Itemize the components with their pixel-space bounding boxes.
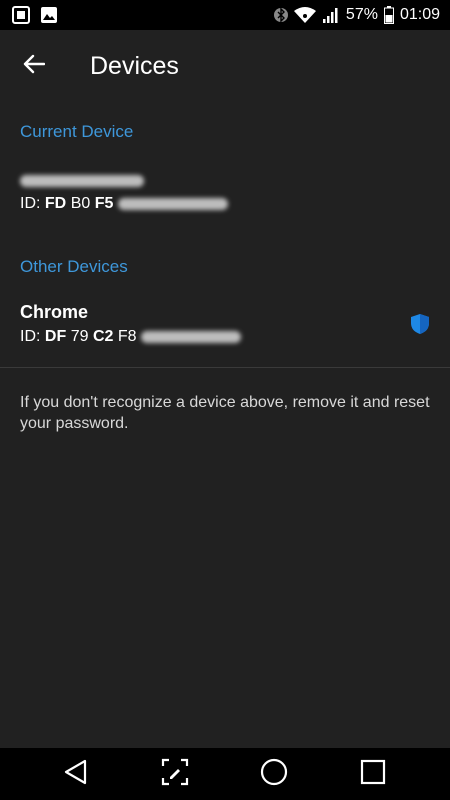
back-triangle-icon xyxy=(63,759,89,790)
app-bar: Devices xyxy=(0,30,450,102)
id-part: F5 xyxy=(94,195,114,212)
battery-icon xyxy=(383,6,394,24)
arrow-left-icon xyxy=(23,54,46,79)
screenshot-edit-button[interactable] xyxy=(157,756,193,792)
screen: 57% 01:09 Devices Current Device ID: FD … xyxy=(0,0,450,800)
id-part: 79 xyxy=(70,328,89,345)
navigation-bar xyxy=(0,748,450,800)
screenshot-edit-icon xyxy=(161,758,189,791)
id-part: B0 xyxy=(70,195,91,212)
signal-icon xyxy=(322,6,340,24)
redacted-id xyxy=(140,330,241,343)
bluetooth-icon xyxy=(273,6,288,24)
back-button[interactable] xyxy=(14,46,54,86)
shield-icon xyxy=(410,313,430,340)
gallery-icon xyxy=(12,6,30,29)
current-device-name xyxy=(20,170,144,191)
battery-percent: 57% xyxy=(345,6,378,23)
redacted-id xyxy=(117,197,228,210)
nav-back-button[interactable] xyxy=(58,756,94,792)
nav-recents-button[interactable] xyxy=(355,756,391,792)
device-name: Chrome xyxy=(20,302,89,322)
page-title: Devices xyxy=(90,52,179,80)
redacted-device-name xyxy=(20,175,144,188)
status-bar: 57% 01:09 xyxy=(0,0,450,30)
current-device-id: ID: FD B0 F5 xyxy=(20,195,228,213)
home-circle-icon xyxy=(260,758,288,791)
id-part: DF xyxy=(44,328,67,345)
wifi-icon xyxy=(293,6,316,24)
id-part: F8 xyxy=(117,328,137,345)
image-icon xyxy=(40,6,58,29)
id-label: ID: xyxy=(20,328,41,345)
nav-home-button[interactable] xyxy=(256,756,292,792)
divider xyxy=(0,367,450,368)
id-part: FD xyxy=(44,195,67,212)
id-part: C2 xyxy=(92,328,114,345)
security-notice: If you don't recognize a device above, r… xyxy=(20,394,430,432)
clock: 01:09 xyxy=(399,6,440,23)
current-device-header: Current Device xyxy=(20,122,134,141)
recents-square-icon xyxy=(360,759,386,790)
other-devices-header: Other Devices xyxy=(20,257,128,276)
device-id: ID: DF 79 C2 F8 xyxy=(20,328,241,346)
id-label: ID: xyxy=(20,195,41,212)
